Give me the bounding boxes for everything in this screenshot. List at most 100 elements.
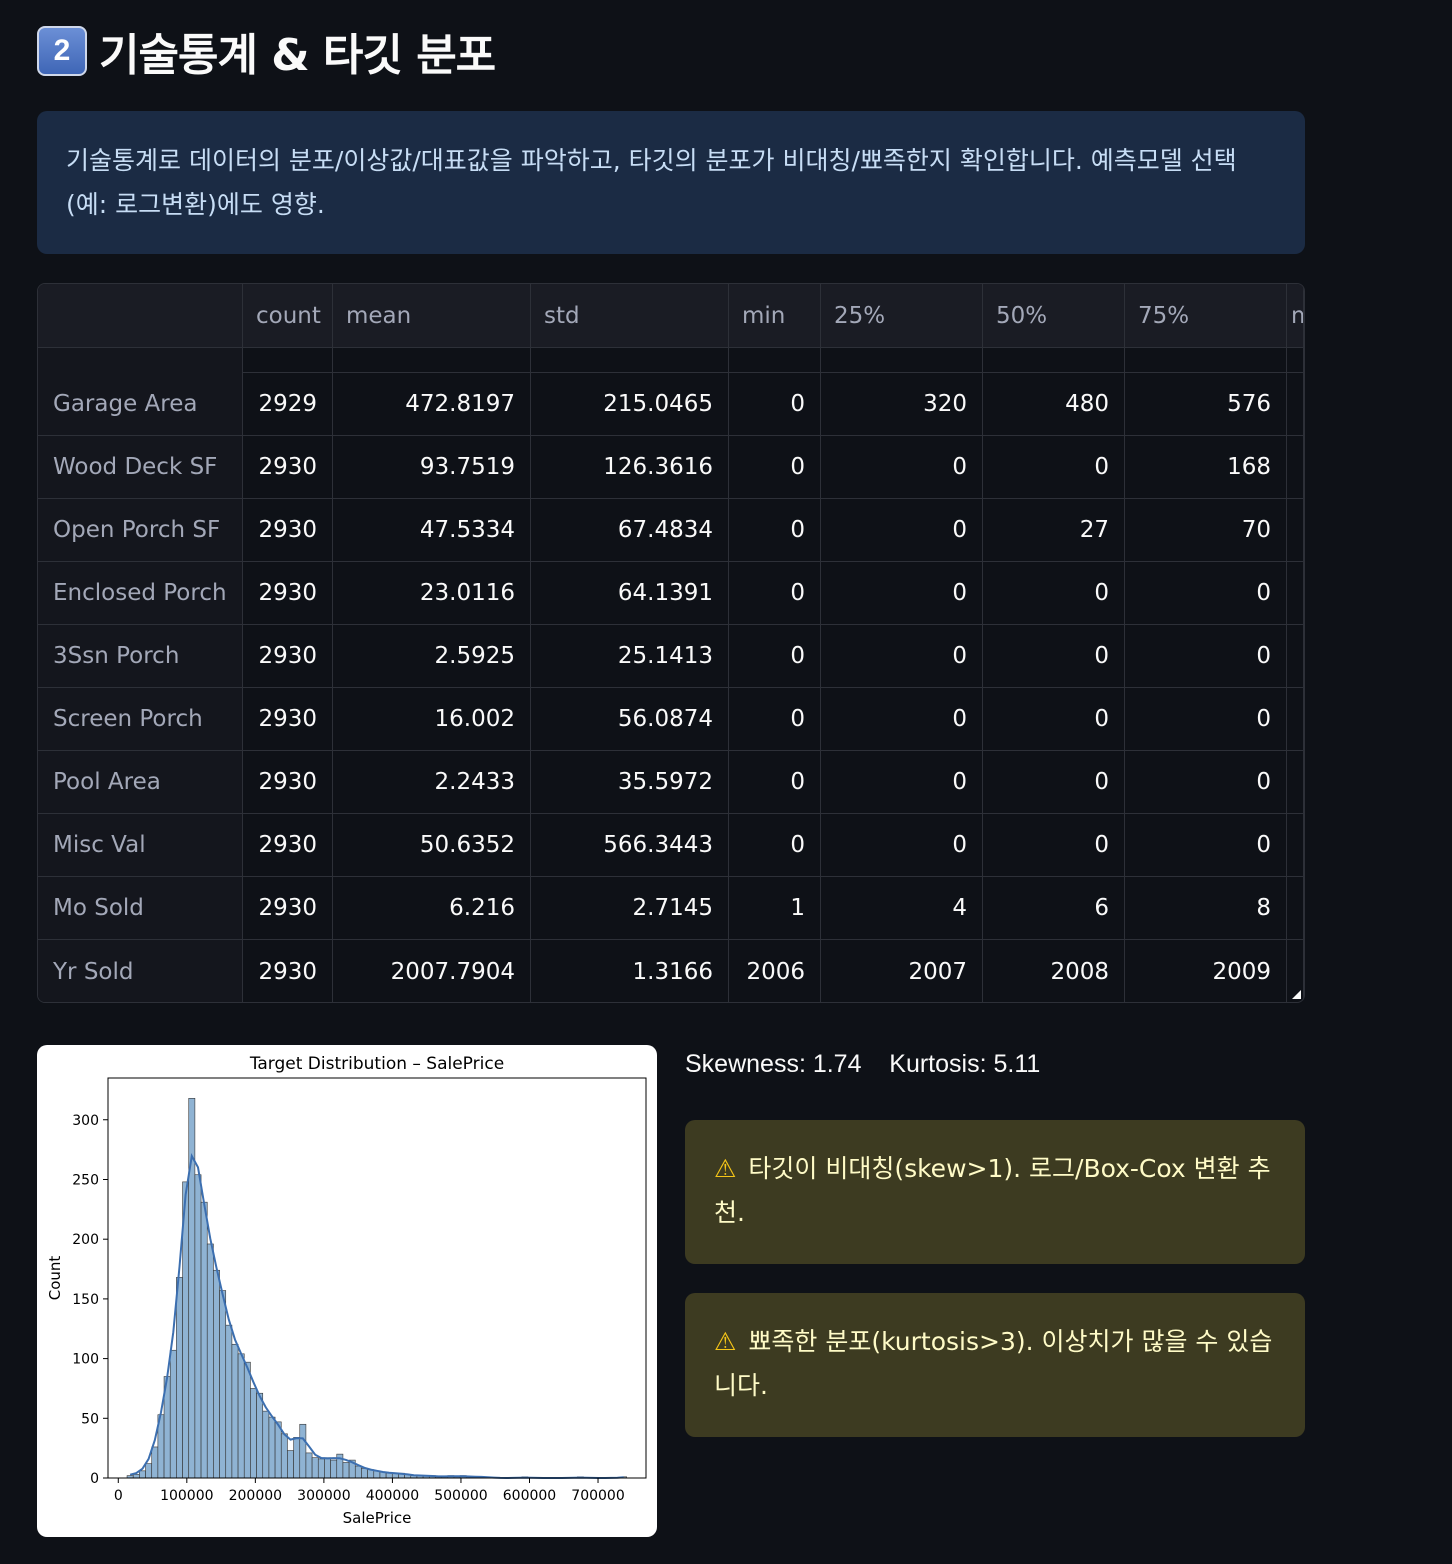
cell-50[interactable]: 480	[983, 373, 1125, 435]
row-header-cell[interactable]: Garage Area	[38, 373, 243, 435]
cell-50[interactable]: 0	[983, 562, 1125, 624]
cell-std[interactable]: 2.7145	[531, 877, 729, 939]
row-header-cell[interactable]: Yr Sold	[38, 940, 243, 1002]
cell-25[interactable]: 0	[821, 625, 983, 687]
cell-count[interactable]: 2930	[243, 625, 333, 687]
cell-75[interactable]: 8	[1125, 877, 1287, 939]
cell-min[interactable]: 0	[729, 499, 821, 561]
cell-50[interactable]: 0	[983, 751, 1125, 813]
cell-50[interactable]: 27	[983, 499, 1125, 561]
row-header-cell[interactable]: Enclosed Porch	[38, 562, 243, 624]
describe-dataframe[interactable]: count mean std min 25% 50% 75% m Garage …	[37, 283, 1305, 1003]
cell-75[interactable]: 0	[1125, 625, 1287, 687]
cell-75[interactable]: 0	[1125, 688, 1287, 750]
column-header-mean[interactable]: mean	[333, 284, 531, 348]
cell-25[interactable]: 0	[821, 751, 983, 813]
cell-75[interactable]: 0	[1125, 562, 1287, 624]
cell-std[interactable]: 126.3616	[531, 436, 729, 498]
column-header-index[interactable]	[38, 284, 243, 348]
row-header-cell[interactable]: Screen Porch	[38, 688, 243, 750]
cell-std[interactable]: 566.3443	[531, 814, 729, 876]
cell-std[interactable]: 56.0874	[531, 688, 729, 750]
cell-overflow	[1287, 436, 1304, 498]
cell-mean[interactable]: 2.2433	[333, 751, 531, 813]
cell-count[interactable]: 2929	[243, 373, 333, 435]
cell-25[interactable]: 0	[821, 814, 983, 876]
cell-25[interactable]: 0	[821, 562, 983, 624]
cell-mean[interactable]: 6.216	[333, 877, 531, 939]
column-header-50[interactable]: 50%	[983, 284, 1125, 348]
cell-std[interactable]: 215.0465	[531, 373, 729, 435]
cell-min[interactable]: 1	[729, 877, 821, 939]
cell-25[interactable]: 320	[821, 373, 983, 435]
cell-50[interactable]: 6	[983, 877, 1125, 939]
cell-count[interactable]: 2930	[243, 688, 333, 750]
cell-75[interactable]: 168	[1125, 436, 1287, 498]
cell-count[interactable]: 2930	[243, 562, 333, 624]
cell-mean[interactable]: 93.7519	[333, 436, 531, 498]
cell-75[interactable]: 576	[1125, 373, 1287, 435]
table-row: Open Porch SF 2930 47.5334 67.4834 0 0 27 70	[38, 499, 1304, 562]
cell-mean[interactable]: 50.6352	[333, 814, 531, 876]
cell-75[interactable]: 0	[1125, 751, 1287, 813]
x-tick-label: 500000	[434, 1488, 487, 1504]
row-header-cell[interactable]: Open Porch SF	[38, 499, 243, 561]
cell-std[interactable]: 35.5972	[531, 751, 729, 813]
cell-mean[interactable]: 23.0116	[333, 562, 531, 624]
cell-min[interactable]: 0	[729, 373, 821, 435]
cell-min[interactable]: 0	[729, 436, 821, 498]
cell-std[interactable]: 67.4834	[531, 499, 729, 561]
cell-75[interactable]: 2009	[1125, 940, 1287, 1002]
row-header-cell[interactable]: Wood Deck SF	[38, 436, 243, 498]
cell-50[interactable]: 0	[983, 688, 1125, 750]
row-header-cell[interactable]: Mo Sold	[38, 877, 243, 939]
row-header-cell[interactable]: Misc Val	[38, 814, 243, 876]
cell-50[interactable]: 0	[983, 814, 1125, 876]
cell-mean[interactable]: 47.5334	[333, 499, 531, 561]
cell-min[interactable]: 0	[729, 688, 821, 750]
cell-count[interactable]: 2930	[243, 751, 333, 813]
cell-25[interactable]: 0	[821, 499, 983, 561]
cell-std[interactable]: 1.3166	[531, 940, 729, 1002]
cell-25[interactable]: 2007	[821, 940, 983, 1002]
cell-mean[interactable]: 2007.7904	[333, 940, 531, 1002]
cell-mean[interactable]: 16.002	[333, 688, 531, 750]
resize-handle-icon[interactable]	[1292, 990, 1301, 999]
warning-icon: ⚠	[714, 1154, 737, 1183]
cell-75[interactable]: 0	[1125, 814, 1287, 876]
column-header-count[interactable]: count	[243, 284, 333, 348]
cell-min[interactable]: 0	[729, 625, 821, 687]
page-title: 기술통계 & 타깃 분포	[99, 30, 496, 81]
cell-mean[interactable]: 2.5925	[333, 625, 531, 687]
y-tick-label: 50	[81, 1411, 99, 1427]
cell-75[interactable]: 70	[1125, 499, 1287, 561]
cell-min[interactable]: 0	[729, 751, 821, 813]
table-row: Yr Sold 2930 2007.7904 1.3166 2006 2007 2008 20…	[38, 940, 1304, 1002]
column-header-min[interactable]: min	[729, 284, 821, 348]
cell-25[interactable]: 4	[821, 877, 983, 939]
row-header-cell[interactable]: Pool Area	[38, 751, 243, 813]
cell-25[interactable]: 0	[821, 436, 983, 498]
column-header-std[interactable]: std	[531, 284, 729, 348]
column-header-25[interactable]: 25%	[821, 284, 983, 348]
cell-50[interactable]: 2008	[983, 940, 1125, 1002]
cell-std[interactable]: 25.1413	[531, 625, 729, 687]
cell-50[interactable]: 0	[983, 436, 1125, 498]
cell-min[interactable]: 0	[729, 562, 821, 624]
column-header-max[interactable]: m	[1287, 284, 1304, 348]
cell-mean[interactable]: 472.8197	[333, 373, 531, 435]
cell-min[interactable]: 0	[729, 814, 821, 876]
column-header-75[interactable]: 75%	[1125, 284, 1287, 348]
cell-count[interactable]: 2930	[243, 877, 333, 939]
cell-25[interactable]: 0	[821, 688, 983, 750]
cell-min[interactable]: 2006	[729, 940, 821, 1002]
cell-count[interactable]: 2930	[243, 499, 333, 561]
histogram-bar	[139, 1470, 146, 1479]
cell-std[interactable]: 64.1391	[531, 562, 729, 624]
cell-count[interactable]: 2930	[243, 436, 333, 498]
cell-count[interactable]: 2930	[243, 814, 333, 876]
warning-icon: ⚠	[714, 1327, 737, 1356]
row-header-cell[interactable]: 3Ssn Porch	[38, 625, 243, 687]
cell-50[interactable]: 0	[983, 625, 1125, 687]
cell-count[interactable]: 2930	[243, 940, 333, 1002]
